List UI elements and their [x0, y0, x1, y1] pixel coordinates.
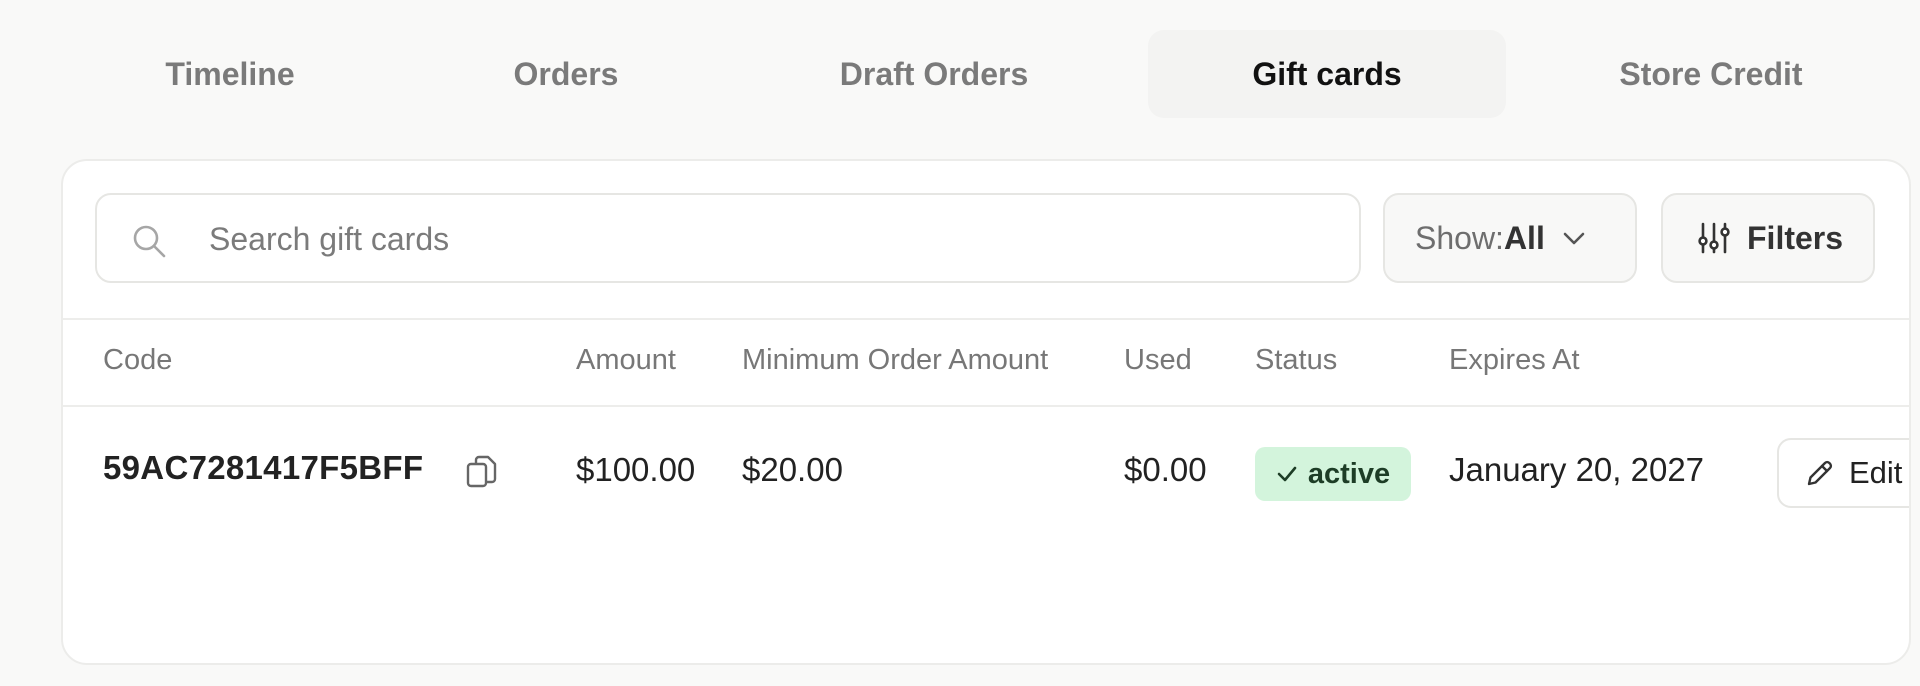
show-value: All: [1503, 219, 1545, 256]
search-box[interactable]: [95, 193, 1361, 283]
tab-gift-cards[interactable]: Gift cards: [1148, 30, 1506, 118]
copy-icon[interactable]: [466, 455, 498, 489]
column-header-code: Code: [103, 344, 173, 376]
gift-card-code: 59AC7281417F5BFF: [103, 449, 424, 486]
pencil-icon: [1807, 460, 1833, 486]
filters-button[interactable]: Filters: [1661, 193, 1875, 283]
column-header-minimum-order-amount: Minimum Order Amount: [742, 344, 1049, 376]
minimum-order-amount-value: $20.00: [742, 451, 843, 488]
column-header-used: Used: [1124, 344, 1192, 376]
edit-label: Edit: [1849, 455, 1903, 490]
sliders-icon: [1698, 222, 1730, 254]
column-header-status: Status: [1255, 344, 1338, 376]
status-text: active: [1307, 457, 1391, 490]
search-input[interactable]: [207, 195, 1341, 283]
chevron-down-icon: [1563, 232, 1585, 245]
filters-label: Filters: [1747, 219, 1844, 256]
tab-store-credit[interactable]: Store Credit: [1598, 30, 1824, 118]
divider: [63, 318, 1909, 320]
used-value: $0.00: [1124, 451, 1207, 488]
search-icon: [133, 225, 166, 258]
tab-orders[interactable]: Orders: [486, 30, 646, 118]
column-header-expires-at: Expires At: [1449, 344, 1580, 376]
amount-value: $100.00: [576, 451, 696, 488]
tab-bar: Timeline Orders Draft Orders Gift cards …: [0, 0, 1920, 140]
tab-draft-orders[interactable]: Draft Orders: [820, 30, 1048, 118]
status-badge: active: [1255, 447, 1411, 501]
edit-button[interactable]: Edit: [1777, 438, 1909, 508]
check-icon: [1277, 466, 1297, 482]
expires-at-value: January 20, 2027: [1449, 451, 1705, 488]
show-label: Show:: [1415, 219, 1504, 256]
column-header-amount: Amount: [576, 344, 676, 376]
divider: [63, 405, 1909, 407]
show-filter-dropdown[interactable]: Show: All: [1383, 193, 1637, 283]
gift-cards-panel: Show: All Filters Code Amount Minimum Or…: [61, 159, 1911, 665]
tab-timeline[interactable]: Timeline: [140, 30, 320, 118]
